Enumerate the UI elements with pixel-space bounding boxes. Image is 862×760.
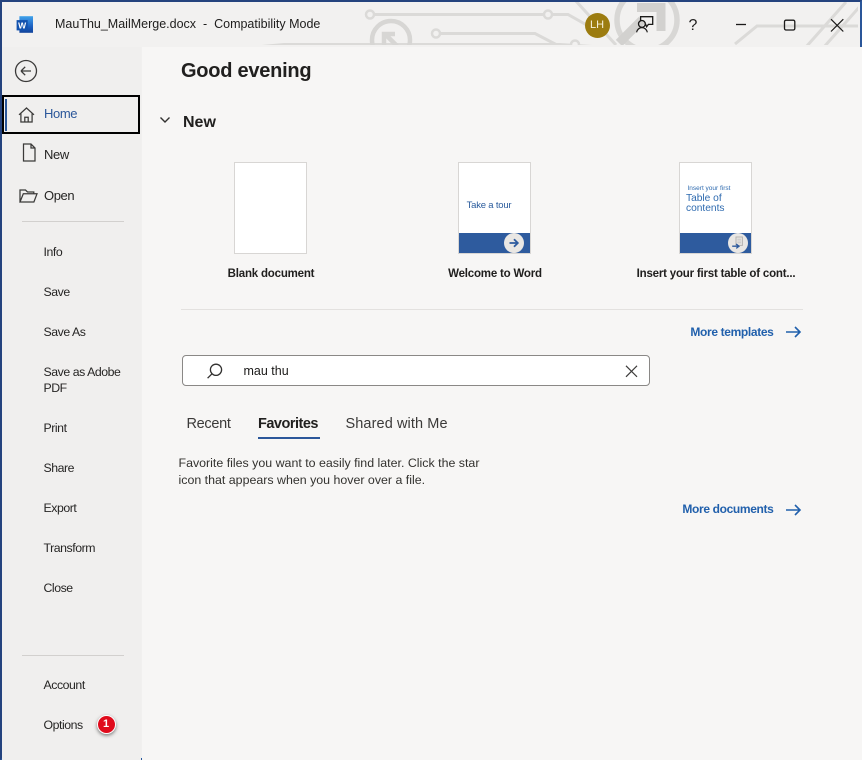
svg-text:W: W <box>18 21 27 31</box>
